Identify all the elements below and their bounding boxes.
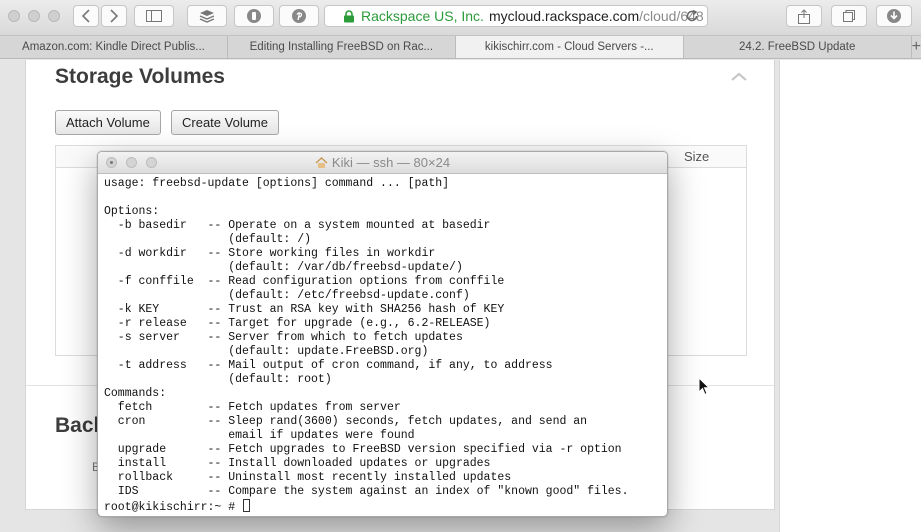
terminal-line: Options: [104,205,160,218]
sidebar-icon [146,10,162,22]
terminal-line: -s server -- Server from which to fetch … [104,331,463,344]
chevron-right-icon [110,9,119,23]
browser-toolbar: Rackspace US, Inc. mycloud.rackspace.com… [0,0,921,36]
forward-button[interactable] [101,5,127,27]
pinterest-button[interactable] [279,5,319,27]
show-all-tabs-button[interactable] [831,5,867,27]
chevron-left-icon [81,9,90,23]
tab-editing-installing-freebsd[interactable]: Editing Installing FreeBSD on Rac... [228,36,456,58]
terminal-close-button[interactable] [106,157,117,168]
url-host: mycloud.rackspace.com [488,8,640,24]
terminal-cursor [243,499,251,512]
terminal-title: Kiki — ssh — 80×24 [331,155,451,170]
terminal-line: IDS -- Compare the system against an ind… [104,485,629,498]
terminal-line: cron -- Sleep rand(3600) seconds, fetch … [104,415,588,428]
right-column [779,60,921,532]
tab-bar: Amazon.com: Kindle Direct Publis... Edit… [0,36,921,59]
layers-icon [199,10,215,23]
zoom-window-button[interactable] [48,10,60,22]
terminal-line: (default: /) [104,233,312,246]
terminal-line: install -- Install downloaded updates or… [104,457,491,470]
address-bar[interactable]: Rackspace US, Inc. mycloud.rackspace.com… [324,5,708,27]
terminal-prompt: root@kikischirr:~ # [104,501,243,514]
terminal-line: (default: update.FreeBSD.org) [104,345,429,358]
terminal-line: Commands: [104,387,167,400]
pinterest-icon [292,9,306,23]
home-folder-icon [315,156,328,168]
terminal-line: email if updates were found [104,429,415,442]
terminal-line: -b basedir -- Operate on a system mounte… [104,219,491,232]
terminal-line: -k KEY -- Trust an RSA key with SHA256 h… [104,303,505,316]
terminal-line: usage: freebsd-update [options] command … [104,177,450,190]
storage-volumes-heading: Storage Volumes [55,65,225,88]
extension-button[interactable] [234,5,274,27]
terminal-line: -t address -- Mail output of cron comman… [104,359,553,372]
terminal-line: (default: /var/db/freebsd-update/) [104,261,463,274]
terminal-line: (default: root) [104,373,332,386]
lock-icon [344,9,354,22]
terminal-line: (default: /etc/freebsd-update.conf) [104,289,470,302]
terminal-line: upgrade -- Fetch upgrades to FreeBSD ver… [104,443,622,456]
size-column-header[interactable]: Size [684,149,709,164]
terminal-prompt-line[interactable]: root@kikischirr:~ # [104,499,664,514]
tabs-overview-icon [843,10,855,22]
tab-freebsd-update[interactable]: 24.2. FreeBSD Update [684,36,912,58]
close-window-button[interactable] [8,10,20,22]
share-icon [798,8,810,24]
terminal-zoom-button[interactable] [146,157,157,168]
terminal-line: -d workdir -- Store working files in wor… [104,247,436,260]
terminal-minimize-button[interactable] [126,157,137,168]
tab-amazon[interactable]: Amazon.com: Kindle Direct Publis... [0,36,228,58]
terminal-window[interactable]: Kiki — ssh — 80×24 usage: freebsd-update… [97,151,668,517]
terminal-output[interactable]: usage: freebsd-update [options] command … [104,177,664,514]
ssl-organization: Rackspace US, Inc. [361,8,484,24]
terminal-line: -r release -- Target for upgrade (e.g., … [104,317,491,330]
terminal-titlebar[interactable]: Kiki — ssh — 80×24 [98,152,667,174]
extension-circle-icon [247,9,261,23]
back-button[interactable] [73,5,99,27]
attach-volume-button[interactable]: Attach Volume [55,110,161,135]
mouse-pointer-icon [698,377,711,396]
downloads-button[interactable] [876,5,912,27]
buffer-extension-button[interactable] [187,5,227,27]
terminal-line: fetch -- Fetch updates from server [104,401,401,414]
minimize-window-button[interactable] [28,10,40,22]
chevron-up-icon[interactable] [731,72,747,82]
create-volume-button[interactable]: Create Volume [171,110,279,135]
share-button[interactable] [786,5,822,27]
new-tab-button[interactable]: + [912,36,921,58]
download-icon [887,9,901,23]
terminal-line: rollback -- Uninstall most recently inst… [104,471,512,484]
reload-icon[interactable] [685,9,699,23]
terminal-line: -f conffile -- Read configuration option… [104,275,505,288]
tab-cloud-servers[interactable]: kikischirr.com - Cloud Servers -... [455,36,684,58]
sidebar-button[interactable] [134,5,174,27]
